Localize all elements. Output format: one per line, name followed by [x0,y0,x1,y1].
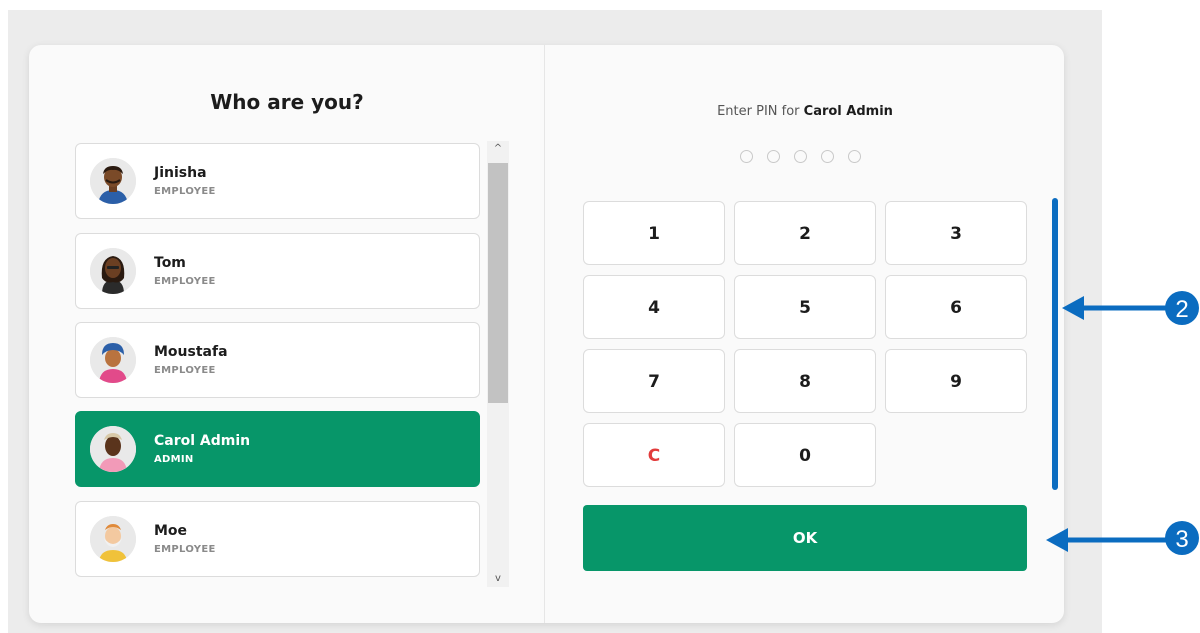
scroll-thumb[interactable] [488,163,508,403]
user-name: Carol Admin [154,433,251,449]
pin-entry-pane: Enter PIN for Carol Admin 1 2 3 4 5 6 7 … [546,45,1064,623]
user-selection-pane: Who are you? Jinisha EMPLOYEE Tom EMPLOY… [29,45,545,623]
pin-prompt-user: Carol Admin [803,104,893,119]
keypad-bracket [1052,198,1058,490]
avatar [90,248,136,294]
user-role: ADMIN [154,454,194,465]
avatar [90,158,136,204]
pin-dot [794,150,807,163]
pin-indicator [740,150,870,164]
avatar [90,516,136,562]
avatar [90,426,136,472]
user-name: Moustafa [154,344,228,360]
key-7[interactable]: 7 [583,349,725,413]
key-6[interactable]: 6 [885,275,1027,339]
user-item-jinisha[interactable]: Jinisha EMPLOYEE [75,143,480,219]
ok-button[interactable]: OK [583,505,1027,571]
user-role: EMPLOYEE [154,186,216,197]
pin-prompt: Enter PIN for Carol Admin [546,104,1064,119]
annotation-overlay: 2 3 [1046,198,1199,555]
user-name: Moe [154,523,188,539]
user-role: EMPLOYEE [154,544,216,555]
user-list-scrollbar[interactable]: ^ v [487,141,509,587]
pin-dot [740,150,753,163]
user-item-moustafa[interactable]: Moustafa EMPLOYEE [75,322,480,398]
key-8[interactable]: 8 [734,349,876,413]
annotation-number-3: 3 [1175,526,1188,553]
scroll-down-icon[interactable]: v [487,571,509,587]
user-role: EMPLOYEE [154,365,216,376]
login-card: Who are you? Jinisha EMPLOYEE Tom EMPLOY… [29,45,1064,623]
user-name: Jinisha [154,165,207,181]
page-title: Who are you? [210,90,364,114]
user-item-moe[interactable]: Moe EMPLOYEE [75,501,480,577]
key-3[interactable]: 3 [885,201,1027,265]
arrow-2-icon [1062,296,1084,320]
key-2[interactable]: 2 [734,201,876,265]
user-name: Tom [154,255,186,271]
pin-dot [821,150,834,163]
key-9[interactable]: 9 [885,349,1027,413]
key-1[interactable]: 1 [583,201,725,265]
avatar [90,337,136,383]
key-5[interactable]: 5 [734,275,876,339]
clear-button[interactable]: C [583,423,725,487]
user-item-carol-admin[interactable]: Carol Admin ADMIN [75,411,480,487]
pin-prompt-prefix: Enter PIN for [717,104,800,119]
annotation-number-2: 2 [1175,296,1188,323]
scroll-up-icon[interactable]: ^ [487,141,509,157]
key-4[interactable]: 4 [583,275,725,339]
arrow-3-icon [1046,528,1068,552]
user-item-tom[interactable]: Tom EMPLOYEE [75,233,480,309]
pin-dot [767,150,780,163]
pin-dot [848,150,861,163]
user-role: EMPLOYEE [154,276,216,287]
key-0[interactable]: 0 [734,423,876,487]
